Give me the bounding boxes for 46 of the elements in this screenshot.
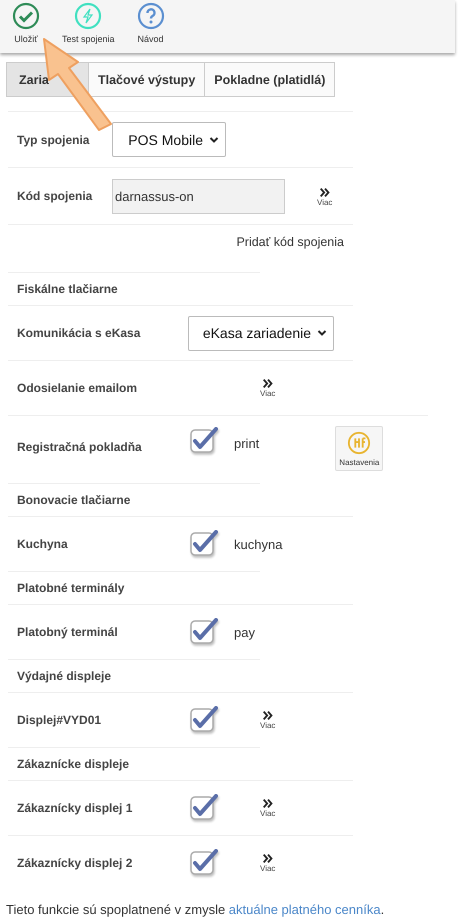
field-label: Zákaznícky displej 1 — [16, 801, 134, 815]
section-heading: Fiskálne tlačiarne — [16, 282, 118, 296]
field-label: Typ spojenia — [16, 132, 90, 146]
connection-code-field[interactable]: darnassus-on — [112, 179, 285, 214]
double-chevron-icon — [262, 378, 274, 389]
section-heading: Zákaznícke displeje — [16, 757, 130, 771]
double-chevron-icon — [262, 710, 274, 721]
connection-type-select[interactable]: POS Mobile — [112, 122, 226, 157]
field-label: Platobný terminál — [16, 625, 119, 639]
double-chevron-icon — [262, 798, 274, 809]
double-chevron-icon — [318, 187, 331, 198]
printer-logo-icon — [347, 431, 372, 455]
field-label: Kuchyna — [16, 537, 69, 551]
caret-icon — [317, 329, 327, 337]
tab[interactable]: Tlačové výstupy — [88, 62, 206, 97]
device-name: pay — [234, 624, 255, 640]
pricing-link[interactable]: aktuálne platného cenníka — [228, 902, 381, 917]
field-label: Registračná pokladňa — [16, 439, 143, 454]
more-button[interactable]: Viac — [260, 853, 276, 873]
field-label: Odosielanie emailom — [16, 381, 138, 395]
section-heading: Platobné terminály — [16, 581, 124, 595]
add-code-link[interactable]: Pridať kód spojenia — [236, 234, 353, 248]
field-label: Kód spojenia — [16, 188, 94, 203]
device-name: print — [234, 435, 260, 451]
field-label: Komunikácia s eKasa — [16, 326, 142, 340]
field-label: Zákaznícky displej 2 — [16, 856, 134, 870]
double-chevron-icon — [262, 853, 274, 864]
toolbar-button[interactable]: Test spojenia — [56, 0, 121, 53]
field-label: Displej#VYD01 — [16, 713, 102, 727]
section-heading: Výdajné displeje — [16, 669, 112, 683]
caret-icon — [209, 136, 219, 144]
device-name: kuchyna — [234, 536, 282, 552]
more-button[interactable]: Viac — [317, 187, 332, 207]
ekasa-select[interactable]: eKasa zariadenie — [188, 316, 334, 350]
toolbar-button[interactable]: Uložiť — [6, 0, 46, 53]
tab[interactable]: Pokladne (platidlá) — [204, 62, 336, 97]
settings-button[interactable]: Nastavenia — [335, 426, 384, 471]
more-button[interactable]: Viac — [260, 378, 276, 398]
help-icon — [136, 2, 165, 30]
toolbar-button[interactable]: Návod — [130, 0, 171, 53]
more-button[interactable]: Viac — [260, 798, 276, 818]
checkmark-icon — [12, 2, 40, 30]
section-heading: Bonovacie tlačiarne — [16, 493, 130, 507]
lightning-icon — [74, 2, 102, 30]
more-button[interactable]: Viac — [260, 710, 276, 730]
pricing-note: Tieto funkcie sú spoplatnené v zmysle aktuálne platného cenníka. — [6, 902, 386, 917]
